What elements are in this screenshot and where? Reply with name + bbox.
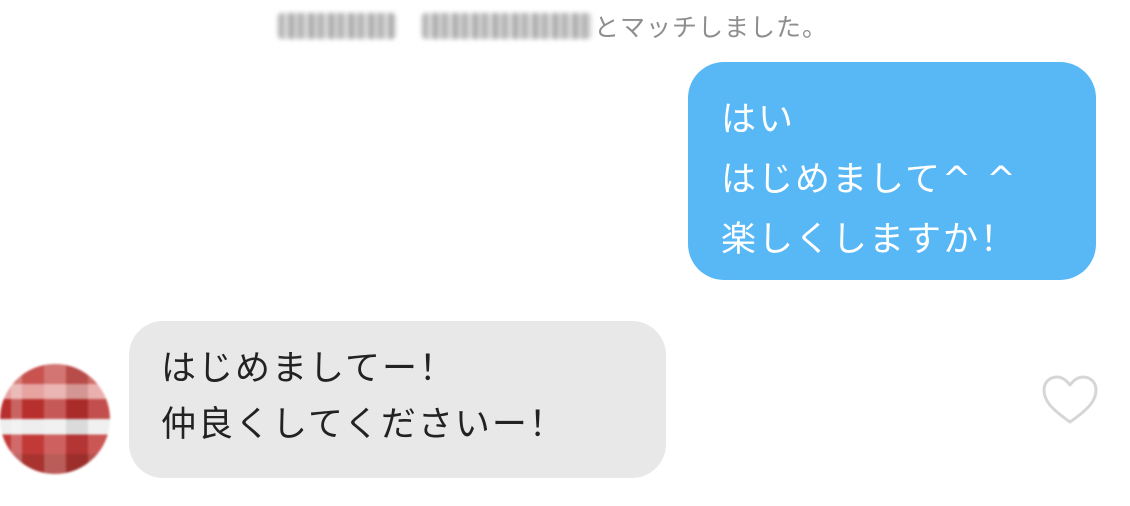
heart-outline-icon[interactable] <box>1040 372 1100 428</box>
message-line: はじめまして^ ^ <box>721 160 1018 200</box>
match-notice-text: とマッチしました。 <box>594 13 829 42</box>
message-line: はじめましてー！ <box>161 349 456 389</box>
received-message-bubble[interactable]: はじめましてー！ 仲良くしてくださいー！ <box>129 321 666 478</box>
sent-message-bubble[interactable]: はい はじめまして^ ^ 楽しくしますか！ <box>688 62 1096 280</box>
message-line: 仲良くしてくださいー！ <box>161 405 566 445</box>
match-notice: とマッチしました。 <box>278 8 828 44</box>
message-line: 楽しくしますか！ <box>721 220 1018 260</box>
message-line: はい <box>721 100 796 140</box>
blurred-username <box>278 13 396 39</box>
blurred-username <box>422 13 592 39</box>
avatar[interactable] <box>0 364 110 474</box>
